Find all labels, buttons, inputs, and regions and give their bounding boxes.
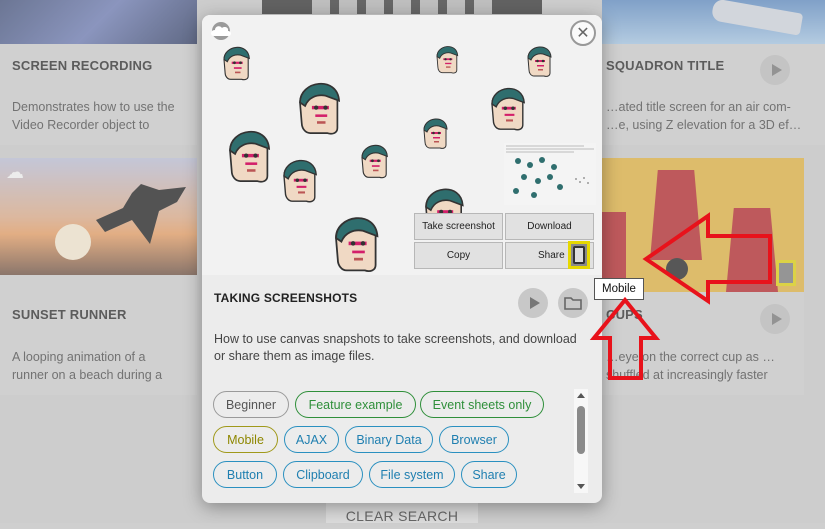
card-description: Demonstrates how to use the Video Record…: [12, 100, 175, 132]
tag-list: Beginner Feature example Event sheets on…: [213, 389, 573, 493]
tag-clipboard[interactable]: Clipboard: [283, 461, 363, 488]
folder-icon: [564, 297, 582, 310]
tag-feature-example[interactable]: Feature example: [295, 391, 416, 418]
tag-button[interactable]: Button: [213, 461, 277, 488]
preview-area[interactable]: ✕ Take screenshot Download Copy Share: [202, 15, 602, 275]
card-keyboard-thumb[interactable]: [262, 0, 542, 14]
copy-button[interactable]: Copy: [414, 242, 503, 269]
tag-browser[interactable]: Browser: [439, 426, 509, 453]
play-button[interactable]: [760, 304, 790, 334]
tag-file-system[interactable]: File system: [369, 461, 455, 488]
download-button[interactable]: Download: [505, 213, 594, 240]
tag-ajax[interactable]: AJAX: [284, 426, 339, 453]
sprite-head: [283, 159, 317, 203]
card-title: SUNSET RUNNER: [12, 307, 127, 322]
close-button[interactable]: ✕: [570, 20, 596, 46]
squadron-thumbnail: [602, 0, 825, 44]
scroll-down-arrow-icon[interactable]: [577, 484, 585, 489]
modal-title: TAKING SCREENSHOTS: [214, 291, 358, 305]
sprite-head: [335, 217, 379, 272]
cloud-icon: [208, 21, 234, 41]
sprite-head: [361, 144, 388, 179]
card-squadron-title[interactable]: SQUADRON TITLE …ated title screen for an…: [602, 0, 825, 145]
tag-event-sheets-only[interactable]: Event sheets only: [420, 391, 544, 418]
card-cups[interactable]: CUPS …eye on the correct cup as …shuffle…: [602, 158, 804, 395]
keyboard-thumbnail: [312, 0, 492, 14]
example-modal: ✕ Take screenshot Download Copy Share TA…: [202, 15, 602, 503]
cup-shape: [726, 208, 778, 292]
mobile-tooltip: Mobile: [594, 278, 644, 300]
sprite-head: [229, 130, 271, 183]
sprite-head: [491, 87, 525, 131]
play-button[interactable]: [518, 288, 548, 318]
screen-recording-thumbnail: [0, 0, 197, 44]
card-title: CUPS: [606, 307, 643, 322]
scroll-thumb[interactable]: [577, 406, 585, 454]
card-sunset-runner[interactable]: ☁ SUNSET RUNNER A looping animation of a…: [0, 158, 197, 395]
mini-screenshot-thumbnail: [504, 143, 596, 205]
card-description: …ated title screen for an air com- …e, u…: [606, 100, 802, 132]
cup-shape: [650, 170, 702, 260]
card-title: SQUADRON TITLE: [606, 58, 725, 73]
play-icon: [771, 64, 782, 76]
sprite-head: [299, 82, 341, 135]
sprite-head: [223, 46, 250, 81]
sun-shape: [55, 224, 91, 260]
tag-binary-data[interactable]: Binary Data: [345, 426, 433, 453]
open-folder-button[interactable]: [558, 288, 588, 318]
runner-silhouette: [96, 184, 186, 244]
play-button[interactable]: [760, 55, 790, 85]
take-screenshot-button[interactable]: Take screenshot: [414, 213, 503, 240]
clear-search-button[interactable]: CLEAR SEARCH: [326, 503, 478, 524]
tag-mobile[interactable]: Mobile: [213, 426, 278, 453]
tag-beginner[interactable]: Beginner: [213, 391, 289, 418]
sunset-thumbnail: [0, 158, 197, 275]
card-description: …eye on the correct cup as …shuffled at …: [606, 350, 775, 382]
play-icon: [529, 297, 540, 309]
play-icon: [771, 313, 782, 325]
mobile-icon[interactable]: [568, 241, 590, 269]
ball-shape: [666, 258, 688, 280]
cloud-icon: ☁: [6, 162, 24, 182]
sprite-head: [436, 46, 459, 74]
plane-shape: [710, 0, 804, 36]
card-screen-recording[interactable]: SCREEN RECORDING Demonstrates how to use…: [0, 0, 197, 145]
scroll-up-arrow-icon[interactable]: [577, 393, 585, 398]
cups-thumbnail: [602, 158, 804, 292]
sprite-head: [423, 118, 448, 149]
card-description: A looping animation of a runner on a bea…: [12, 350, 163, 382]
tags-scrollbar[interactable]: [574, 389, 588, 493]
card-title: SCREEN RECORDING: [12, 58, 153, 73]
sprite-head: [527, 46, 552, 77]
phone-glyph: [573, 246, 585, 264]
mobile-badge-icon: [776, 260, 796, 286]
tag-share[interactable]: Share: [461, 461, 517, 488]
modal-description: How to use canvas snapshots to take scre…: [214, 332, 577, 363]
